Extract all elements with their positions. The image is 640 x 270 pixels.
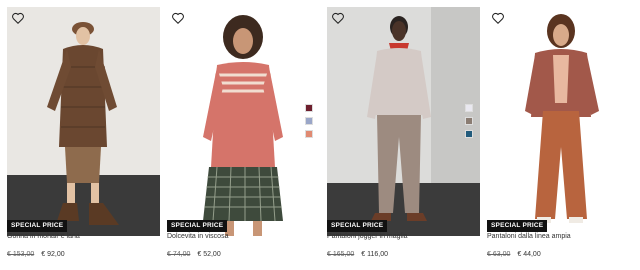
product-name[interactable]: Gonna in mohair e lana [7, 233, 80, 240]
product-prices: € 165,00 € 116,00 [327, 251, 388, 258]
product-image[interactable]: SPECIAL PRICE [487, 7, 640, 236]
color-swatch-teal[interactable] [465, 130, 473, 138]
wishlist-heart-icon[interactable] [491, 11, 505, 25]
original-price: € 63,00 [487, 251, 511, 258]
product-name[interactable]: Pantaloni dalla linea ampia [487, 233, 571, 240]
color-swatch-periwinkle[interactable] [305, 117, 313, 125]
model-photo-striped-turtleneck [167, 7, 320, 236]
wishlist-heart-icon[interactable] [331, 11, 345, 25]
color-swatch-taupe[interactable] [465, 117, 473, 125]
color-swatch-coral[interactable] [305, 130, 313, 138]
special-price-badge: SPECIAL PRICE [327, 220, 388, 232]
product-prices: € 153,00 € 92,00 [7, 251, 65, 258]
product-image[interactable]: SPECIAL PRICE [7, 7, 160, 236]
product-card[interactable]: SPECIAL PRICE [167, 7, 320, 236]
sale-price: € 52,00 [197, 251, 221, 258]
special-price-badge: SPECIAL PRICE [7, 220, 68, 232]
product-name[interactable]: Dolcevita in viscosa [167, 233, 228, 240]
special-price-badge: SPECIAL PRICE [167, 220, 228, 232]
model-photo-wide-leg-trousers [487, 7, 640, 236]
sale-price: € 116,00 [361, 251, 388, 258]
product-grid: SPECIAL PRICE Gonna in mohair e lana € 1… [0, 0, 640, 270]
color-swatch-burgundy[interactable] [305, 104, 313, 112]
product-prices: € 63,00 € 44,00 [487, 251, 541, 258]
color-swatches [465, 104, 473, 138]
sale-price: € 92,00 [41, 251, 65, 258]
product-name[interactable]: Pantaloni jogger in maglia [327, 233, 408, 240]
sale-price: € 44,00 [517, 251, 541, 258]
model-photo-brown-puffer [7, 7, 160, 236]
product-image[interactable]: SPECIAL PRICE [167, 7, 320, 236]
wishlist-heart-icon[interactable] [11, 11, 25, 25]
special-price-badge: SPECIAL PRICE [487, 220, 548, 232]
original-price: € 74,00 [167, 251, 191, 258]
product-image[interactable]: SPECIAL PRICE [327, 7, 480, 236]
product-card[interactable]: SPECIAL PRICE [327, 7, 480, 236]
product-prices: € 74,00 € 52,00 [167, 251, 221, 258]
product-card[interactable]: SPECIAL PRICE [7, 7, 160, 236]
color-swatches [305, 104, 313, 138]
product-card[interactable]: SPECIAL PRICE [487, 7, 640, 236]
original-price: € 165,00 [327, 251, 355, 258]
model-photo-knit-jogger [327, 7, 480, 236]
color-swatch-light-grey[interactable] [465, 104, 473, 112]
wishlist-heart-icon[interactable] [171, 11, 185, 25]
original-price: € 153,00 [7, 251, 35, 258]
